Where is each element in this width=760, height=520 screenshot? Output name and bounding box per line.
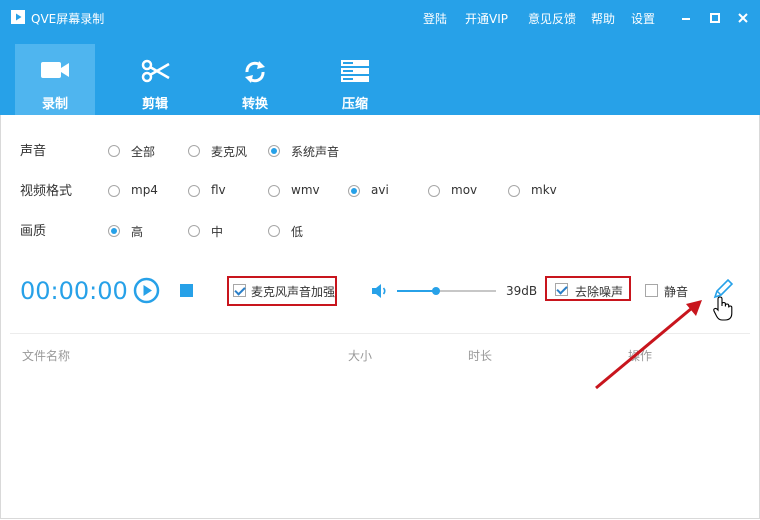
column-header-size: 大小	[348, 349, 373, 363]
close-icon[interactable]	[733, 8, 753, 28]
tab-convert-label: 转换	[241, 97, 268, 112]
volume-slider-knob[interactable]	[432, 287, 440, 295]
radio-format-wmv-label: wmv	[291, 183, 320, 197]
radio-quality-low-label: 低	[291, 225, 304, 239]
video-camera-icon	[41, 62, 69, 78]
radio-quality-medium-label: 中	[211, 225, 224, 239]
record-timer: 00:00:00	[20, 277, 128, 305]
hand-cursor-icon	[713, 296, 733, 321]
radio-sound-system-label: 系统声音	[291, 145, 340, 159]
tab-compress-label: 压缩	[341, 97, 368, 112]
tab-edit[interactable]: 剪辑	[115, 44, 195, 115]
sound-label: 声音	[20, 144, 47, 159]
radio-format-mp4-label: mp4	[131, 183, 158, 197]
tab-record[interactable]: 录制	[15, 44, 95, 115]
radio-format-mov-label: mov	[451, 183, 478, 197]
radio-quality-high-label: 高	[131, 225, 144, 239]
radio-quality-high[interactable]	[108, 225, 120, 237]
radio-sound-system[interactable]	[268, 145, 280, 157]
quality-label: 画质	[20, 224, 47, 239]
annotation-arrow	[595, 300, 702, 390]
radio-format-avi-label: avi	[371, 183, 389, 197]
volume-db-value: 39dB	[506, 284, 538, 298]
volume-slider-fill	[397, 290, 436, 292]
feedback-link[interactable]: 意见反馈	[528, 10, 576, 27]
radio-format-mov[interactable]	[428, 185, 440, 197]
radio-format-mkv-label: mkv	[531, 183, 557, 197]
tab-edit-label: 剪辑	[141, 97, 168, 112]
column-header-duration: 时长	[468, 349, 493, 363]
login-link[interactable]: 登陆	[423, 10, 447, 27]
tab-compress[interactable]: 压缩	[315, 44, 395, 115]
app-logo-icon	[11, 10, 25, 24]
stop-button[interactable]	[180, 284, 193, 297]
radio-sound-mic[interactable]	[188, 145, 200, 157]
scissors-icon	[141, 59, 170, 83]
compress-icon	[341, 60, 369, 82]
convert-icon	[245, 61, 265, 83]
volume-slider[interactable]	[397, 287, 496, 295]
maximize-icon[interactable]	[705, 8, 725, 28]
minimize-icon[interactable]	[676, 8, 696, 28]
tab-convert[interactable]: 转换	[215, 44, 295, 115]
radio-sound-all-label: 全部	[131, 145, 156, 159]
radio-format-wmv[interactable]	[268, 185, 280, 197]
denoise-checkbox[interactable]	[555, 283, 568, 296]
vip-link[interactable]: 开通VIP	[465, 10, 508, 27]
radio-format-flv-label: flv	[211, 183, 226, 197]
play-button-icon[interactable]	[133, 277, 160, 304]
radio-sound-all[interactable]	[108, 145, 120, 157]
radio-format-flv[interactable]	[188, 185, 200, 197]
mic-boost-checkbox[interactable]	[233, 284, 246, 297]
help-link[interactable]: 帮助	[591, 10, 615, 27]
radio-format-mp4[interactable]	[108, 185, 120, 197]
title-bar: QVE屏幕录制 登陆 开通VIP 意见反馈 帮助 设置 录制 剪辑 转换 压缩	[0, 0, 760, 115]
tab-record-label: 录制	[41, 97, 68, 112]
radio-quality-medium[interactable]	[188, 225, 200, 237]
radio-sound-mic-label: 麦克风	[211, 145, 248, 159]
mic-boost-label: 麦克风声音加强	[251, 285, 336, 299]
app-title: QVE屏幕录制	[31, 12, 105, 26]
volume-icon[interactable]	[371, 282, 389, 300]
settings-link[interactable]: 设置	[631, 10, 655, 27]
format-label: 视频格式	[20, 184, 73, 199]
column-header-filename: 文件名称	[22, 349, 71, 363]
radio-format-avi[interactable]	[348, 185, 360, 197]
radio-quality-low[interactable]	[268, 225, 280, 237]
radio-format-mkv[interactable]	[508, 185, 520, 197]
